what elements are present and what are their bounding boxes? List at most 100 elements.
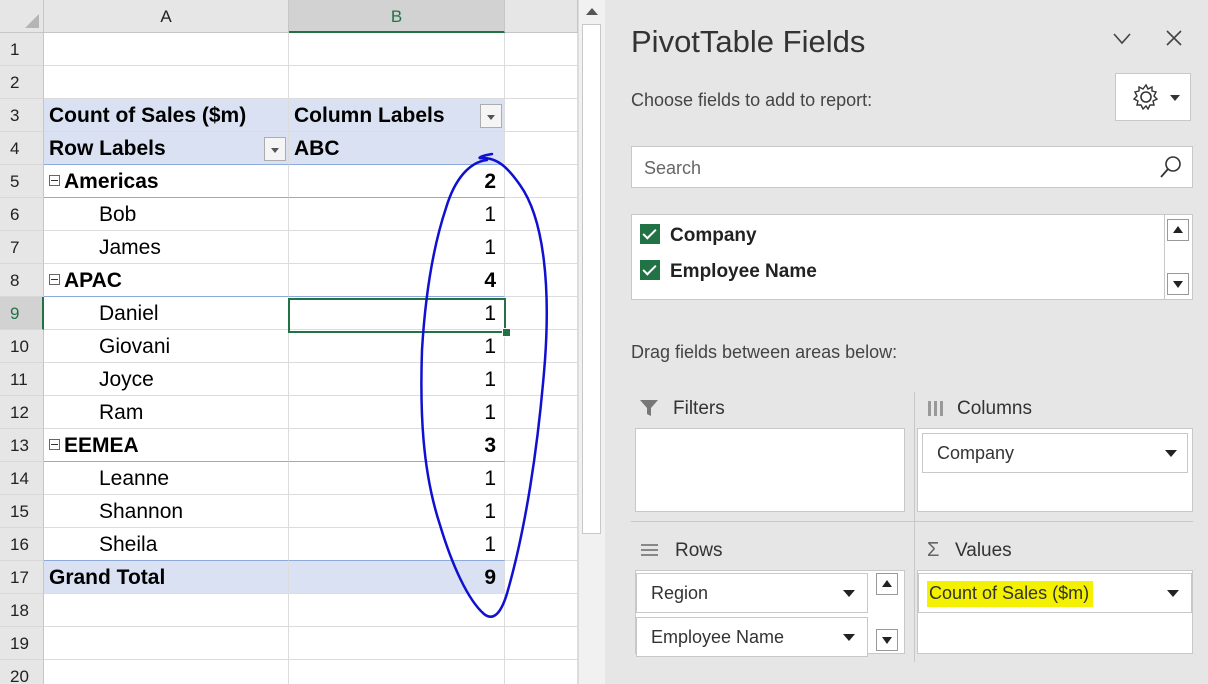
cell-c11[interactable] — [505, 363, 578, 396]
pivot-value-header[interactable]: Count of Sales ($m) — [44, 99, 289, 132]
row-header[interactable]: 16 — [0, 528, 44, 561]
search-input[interactable] — [642, 155, 1126, 181]
grand-total-label[interactable]: Grand Total — [44, 561, 289, 594]
column-header-a[interactable]: A — [44, 0, 289, 33]
cell-c18[interactable] — [505, 594, 578, 627]
dropdown-arrow-icon[interactable] — [1165, 450, 1177, 457]
tools-button[interactable] — [1115, 73, 1191, 121]
cell-c6[interactable] — [505, 198, 578, 231]
pivot-item-row[interactable]: Daniel — [44, 297, 289, 330]
item-count[interactable]: 1 — [289, 198, 505, 231]
row-header[interactable]: 14 — [0, 462, 44, 495]
row-header[interactable]: 20 — [0, 660, 44, 684]
row-header[interactable]: 12 — [0, 396, 44, 429]
row-header-selected[interactable]: 9 — [0, 297, 44, 330]
item-count[interactable]: 1 — [289, 528, 505, 561]
scroll-up-icon[interactable] — [876, 573, 898, 595]
cell-b1[interactable] — [289, 33, 505, 66]
pivot-group-row[interactable]: EEMEA — [44, 429, 289, 462]
dropdown-arrow-icon[interactable] — [1167, 590, 1179, 597]
collapse-minus-icon[interactable] — [49, 273, 60, 285]
cell-c19[interactable] — [505, 627, 578, 660]
column-header-b[interactable]: B — [289, 0, 505, 33]
pivot-item-row[interactable]: Shannon — [44, 495, 289, 528]
scroll-down-icon[interactable] — [1167, 273, 1189, 295]
row-header[interactable]: 19 — [0, 627, 44, 660]
pivot-column-item[interactable]: ABC — [289, 132, 505, 165]
dropdown-arrow-icon[interactable] — [843, 590, 855, 597]
cell-c1[interactable] — [505, 33, 578, 66]
grand-total-value[interactable]: 9 — [289, 561, 505, 594]
group-count[interactable]: 4 — [289, 264, 505, 297]
cell-c9[interactable] — [505, 297, 578, 330]
row-header[interactable]: 11 — [0, 363, 44, 396]
cell-c3[interactable] — [505, 99, 578, 132]
cell-b2[interactable] — [289, 66, 505, 99]
row-header[interactable]: 15 — [0, 495, 44, 528]
cell-c8[interactable] — [505, 264, 578, 297]
row-header[interactable]: 18 — [0, 594, 44, 627]
pivot-item-row[interactable]: Leanne — [44, 462, 289, 495]
rows-field-employee-name[interactable]: Employee Name — [636, 617, 868, 657]
cell-a1[interactable] — [44, 33, 289, 66]
collapse-minus-icon[interactable] — [49, 438, 60, 450]
pivot-item-row[interactable]: James — [44, 231, 289, 264]
row-header[interactable]: 6 — [0, 198, 44, 231]
checkbox-checked-icon[interactable] — [640, 223, 660, 244]
scroll-up-icon[interactable] — [1167, 219, 1189, 241]
filters-drop-area[interactable] — [635, 428, 905, 512]
search-icon[interactable] — [1160, 155, 1182, 179]
columns-drop-area[interactable]: Company — [917, 428, 1193, 512]
pivot-column-labels[interactable]: Column Labels — [289, 99, 505, 132]
rows-area-scrollbar[interactable] — [874, 573, 902, 653]
row-header[interactable]: 10 — [0, 330, 44, 363]
rows-drop-area[interactable]: Region Employee Name — [635, 570, 905, 657]
item-count[interactable]: 1 — [289, 363, 505, 396]
field-list[interactable]: Company Employee Name — [631, 214, 1193, 300]
column-labels-filter-dropdown-icon[interactable] — [480, 104, 502, 128]
cell-c12[interactable] — [505, 396, 578, 429]
row-header[interactable]: 4 — [0, 132, 44, 165]
row-header[interactable]: 7 — [0, 231, 44, 264]
pivot-item-row[interactable]: Ram — [44, 396, 289, 429]
cell-b20[interactable] — [289, 660, 505, 684]
close-icon[interactable] — [1166, 24, 1182, 53]
item-count[interactable]: 1 — [289, 396, 505, 429]
checkbox-checked-icon[interactable] — [640, 259, 660, 280]
row-header[interactable]: 2 — [0, 66, 44, 99]
spreadsheet-grid[interactable]: A B 1 2 3 Count of Sales ($m) Column Lab… — [0, 0, 578, 684]
cell-c20[interactable] — [505, 660, 578, 684]
cell-c14[interactable] — [505, 462, 578, 495]
group-count[interactable]: 3 — [289, 429, 505, 462]
row-labels-filter-dropdown-icon[interactable] — [264, 137, 286, 161]
cell-a18[interactable] — [44, 594, 289, 627]
cell-c5[interactable] — [505, 165, 578, 198]
item-count[interactable]: 1 — [289, 330, 505, 363]
rows-field-region[interactable]: Region — [636, 573, 868, 613]
collapse-minus-icon[interactable] — [49, 174, 60, 186]
cell-c4[interactable] — [505, 132, 578, 165]
item-count[interactable]: 1 — [289, 495, 505, 528]
item-count[interactable]: 1 — [289, 462, 505, 495]
field-list-scrollbar[interactable] — [1164, 215, 1192, 299]
row-header[interactable]: 1 — [0, 33, 44, 66]
cell-c13[interactable] — [505, 429, 578, 462]
cell-b19[interactable] — [289, 627, 505, 660]
cell-a20[interactable] — [44, 660, 289, 684]
vertical-scrollbar[interactable] — [578, 0, 605, 684]
group-count[interactable]: 2 — [289, 165, 505, 198]
pivot-item-row[interactable]: Sheila — [44, 528, 289, 561]
row-header[interactable]: 8 — [0, 264, 44, 297]
cell-b18[interactable] — [289, 594, 505, 627]
values-field-count-of-sales[interactable]: Count of Sales ($m) — [918, 573, 1192, 613]
select-all-corner[interactable] — [0, 0, 44, 33]
row-header[interactable]: 13 — [0, 429, 44, 462]
fill-handle[interactable] — [502, 328, 511, 337]
column-header-c[interactable] — [505, 0, 578, 33]
row-header[interactable]: 5 — [0, 165, 44, 198]
pivot-item-row[interactable]: Bob — [44, 198, 289, 231]
cell-c7[interactable] — [505, 231, 578, 264]
cell-c16[interactable] — [505, 528, 578, 561]
row-header[interactable]: 3 — [0, 99, 44, 132]
columns-field-company[interactable]: Company — [922, 433, 1188, 473]
